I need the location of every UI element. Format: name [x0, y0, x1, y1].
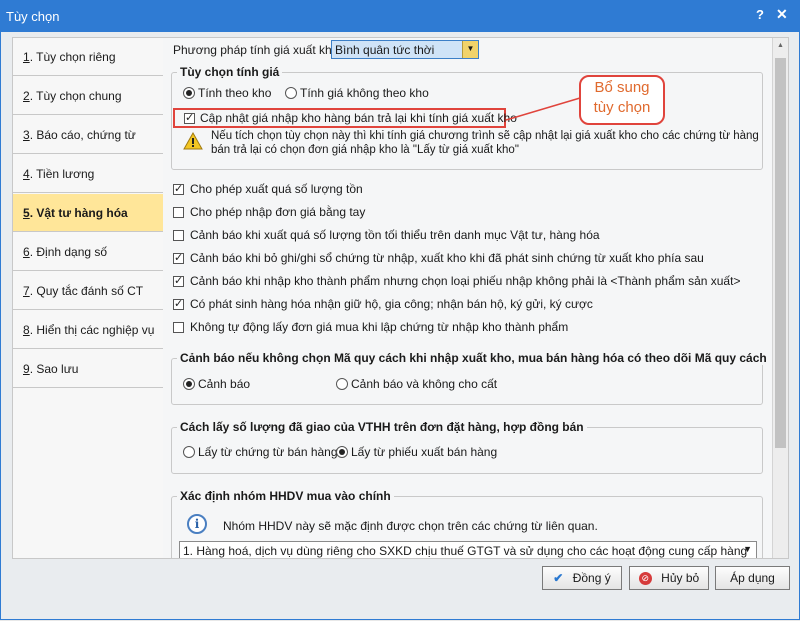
sidebar-item-tuy-chon-rieng[interactable]: 1. Tùy chọn riêng [13, 38, 164, 76]
option-checkbox-2[interactable] [173, 207, 184, 218]
radio-canh-bao-label: Cảnh báo [198, 377, 251, 391]
close-icon[interactable]: ✕ [776, 6, 788, 23]
update-price-checkbox[interactable] [184, 111, 195, 124]
option-checkbox-3[interactable] [173, 230, 184, 241]
scrollbar[interactable]: ▲ [772, 38, 788, 558]
option-checkbox-7[interactable] [173, 322, 184, 333]
warning-icon [183, 132, 203, 150]
method-select[interactable]: Bình quân tức thời ▼ [331, 40, 479, 59]
hhdv-select-value: 1. Hàng hoá, dịch vụ dùng riêng cho SXKD… [183, 544, 748, 558]
update-price-label: Cập nhật giá nhập kho hàng bán trả lại k… [200, 111, 517, 125]
option-label-4: Cảnh báo khi bỏ ghi/ghi sổ chứng từ nhập… [190, 251, 704, 265]
sidebar-item-tuy-chon-chung[interactable]: 2. Tùy chọn chung [13, 77, 164, 115]
method-label: Phương pháp tính giá xuất kho [173, 43, 339, 57]
warning-line1: Nếu tích chọn tùy chọn này thì khi tính … [211, 130, 759, 142]
option-checkbox-1[interactable] [173, 182, 184, 195]
sidebar-item-hien-thi-nghiep-vu[interactable]: 8. Hiển thị các nghiệp vụ [13, 311, 164, 349]
radio-canh-bao-khong-cat[interactable] [336, 378, 348, 390]
sidebar-item-tien-luong[interactable]: 4. Tiền lương [13, 155, 164, 193]
hhdv-select[interactable]: 1. Hàng hoá, dịch vụ dùng riêng cho SXKD… [179, 541, 757, 558]
chevron-down-icon: ▼ [462, 41, 478, 58]
cancel-icon: ⊘ [638, 572, 652, 586]
radio-chung-tu-ban-hang[interactable] [183, 446, 195, 458]
check-icon: ✔ [553, 571, 564, 585]
option-label-7: Không tự động lấy đơn giá mua khi lập ch… [190, 320, 569, 334]
window-title: Tùy chọn [6, 9, 60, 24]
info-icon: i [187, 514, 207, 534]
callout-text: Bổ sung tùy chọn [579, 78, 665, 118]
option-label-6: Có phát sinh hàng hóa nhận giữ hộ, gia c… [190, 297, 593, 311]
radio-tinh-theo-kho[interactable] [183, 87, 195, 99]
pricing-group-title: Tùy chọn tính giá [177, 65, 283, 79]
hhdv-group-title: Xác định nhóm HHDV mua vào chính [177, 489, 394, 503]
radio-canh-bao-khong-cat-label: Cảnh báo và không cho cất [351, 377, 498, 391]
option-checkbox-4[interactable] [173, 251, 184, 264]
scroll-up-icon[interactable]: ▲ [777, 42, 784, 49]
method-select-value: Bình quân tức thời [335, 43, 435, 57]
qty-group-title: Cách lấy số lượng đã giao của VTHH trên … [177, 420, 587, 434]
sidebar-item-dinh-dang-so[interactable]: 6. Định dạng số [13, 233, 164, 271]
warn-group-title: Cảnh báo nếu không chọn Mã quy cách khi … [177, 351, 770, 365]
sidebar-item-vat-tu-hang-hoa[interactable]: 5. Vật tư hàng hóa [13, 194, 164, 232]
option-checkbox-6[interactable] [173, 297, 184, 310]
hhdv-info-text: Nhóm HHDV này sẽ mặc định được chọn trên… [223, 519, 598, 533]
ok-button[interactable]: ✔ Đồng ý [542, 566, 622, 590]
chevron-down-icon: ▼ [743, 544, 752, 554]
radio-tinh-theo-kho-label: Tính theo kho [198, 86, 272, 100]
cancel-button-label: Hủy bỏ [661, 571, 700, 585]
apply-button[interactable]: Áp dụng [715, 566, 790, 590]
sidebar-item-quy-tac-danh-so[interactable]: 7. Quy tắc đánh số CT [13, 272, 164, 310]
apply-button-label: Áp dụng [730, 571, 775, 585]
option-label-5: Cảnh báo khi nhập kho thành phẩm nhưng c… [190, 274, 741, 288]
radio-khong-theo-kho-label: Tính giá không theo kho [300, 86, 429, 100]
sidebar: 1. Tùy chọn riêng 2. Tùy chọn chung 3. B… [12, 37, 165, 559]
radio-phieu-xuat-ban-hang[interactable] [336, 446, 348, 458]
content-panel: Phương pháp tính giá xuất kho Bình quân … [163, 37, 789, 559]
warning-line2: bán trả lại có chọn đơn giá nhập kho là … [211, 144, 519, 156]
scrollbar-thumb[interactable] [775, 58, 786, 448]
cancel-button[interactable]: ⊘ Hủy bỏ [629, 566, 709, 590]
radio-khong-theo-kho[interactable] [285, 87, 297, 99]
sidebar-item-sao-luu[interactable]: 9. Sao lưu [13, 350, 164, 388]
option-checkbox-5[interactable] [173, 274, 184, 287]
ok-button-label: Đồng ý [572, 571, 611, 585]
radio-chung-tu-ban-hang-label: Lấy từ chứng từ bán hàng [198, 445, 338, 459]
callout-line1: Bổ sung [594, 79, 650, 96]
title-bar: Tùy chọn ? ✕ [0, 0, 800, 32]
option-label-1: Cho phép xuất quá số lượng tồn [190, 182, 363, 196]
radio-phieu-xuat-ban-hang-label: Lấy từ phiếu xuất bán hàng [351, 445, 498, 459]
option-label-3: Cảnh báo khi xuất quá số lượng tồn tối t… [190, 228, 600, 242]
callout-line2: tùy chọn [593, 99, 651, 116]
sidebar-item-bao-cao[interactable]: 3. Báo cáo, chứng từ [13, 116, 164, 154]
help-icon[interactable]: ? [756, 7, 764, 22]
radio-canh-bao[interactable] [183, 378, 195, 390]
option-label-2: Cho phép nhập đơn giá bằng tay [190, 205, 366, 219]
